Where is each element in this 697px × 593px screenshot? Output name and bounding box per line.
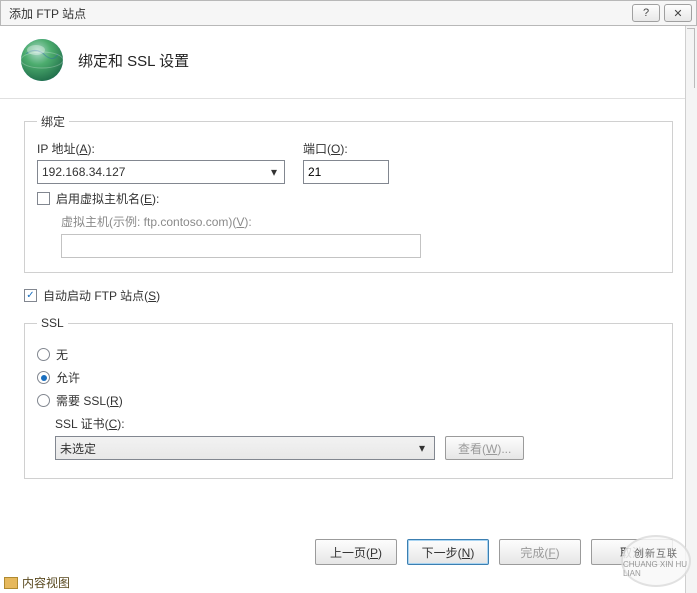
port-label: 端口(O): xyxy=(303,140,389,157)
ip-field: IP 地址(A): 192.168.34.127 ▾ xyxy=(37,140,285,184)
titlebar: 添加 FTP 站点 ? ✕ xyxy=(0,0,697,26)
virtual-hostname-label: 虚拟主机(示例: ftp.contoso.com)(V): xyxy=(61,215,252,229)
titlebar-buttons: ? ✕ xyxy=(632,4,692,22)
outer-corner xyxy=(687,28,695,88)
ssl-legend: SSL xyxy=(37,316,68,330)
content-view-label: 内容视图 xyxy=(22,574,70,591)
globe-icon xyxy=(18,36,66,84)
content-view-tab[interactable]: 内容视图 xyxy=(4,574,70,591)
previous-button[interactable]: 上一页(P) xyxy=(315,539,397,565)
wizard-footer: 上一页(P) 下一步(N) 完成(F) 取消 xyxy=(315,539,673,565)
virtual-host-checkbox[interactable] xyxy=(37,192,50,205)
finish-button[interactable]: 完成(F) xyxy=(499,539,581,565)
ssl-cert-value: 未选定 xyxy=(60,440,96,457)
ssl-cert-combo[interactable]: 未选定 ▾ xyxy=(55,436,435,460)
folder-icon xyxy=(4,577,18,589)
chevron-down-icon: ▾ xyxy=(414,441,430,455)
auto-start-label: 自动启动 FTP 站点(S) xyxy=(43,287,160,304)
virtual-host-checkbox-row: 启用虚拟主机名(E): xyxy=(37,190,660,207)
ssl-require-label: 需要 SSL(R) xyxy=(56,392,123,409)
page-title: 绑定和 SSL 设置 xyxy=(78,50,189,71)
port-input[interactable] xyxy=(303,160,389,184)
help-button[interactable]: ? xyxy=(632,4,660,22)
wizard-header: 绑定和 SSL 设置 xyxy=(0,26,697,99)
binding-group: 绑定 IP 地址(A): 192.168.34.127 ▾ 端口(O): xyxy=(24,113,673,273)
ssl-none-label: 无 xyxy=(56,346,68,363)
ssl-allow-label: 允许 xyxy=(56,369,80,386)
ip-address-value: 192.168.34.127 xyxy=(42,165,125,179)
chevron-down-icon: ▾ xyxy=(266,165,282,179)
outer-panel-edge xyxy=(685,26,697,593)
binding-legend: 绑定 xyxy=(37,113,69,130)
watermark-logo: 创新互联 CHUANG XIN HU LIAN xyxy=(621,535,691,587)
ssl-none-radio[interactable] xyxy=(37,348,50,361)
virtual-host-subsection: 虚拟主机(示例: ftp.contoso.com)(V): xyxy=(61,213,660,258)
ssl-cert-label: SSL 证书(C): xyxy=(55,417,125,431)
auto-start-checkbox[interactable]: ✓ xyxy=(24,289,37,302)
virtual-hostname-input[interactable] xyxy=(61,234,421,258)
virtual-host-label: 启用虚拟主机名(E): xyxy=(56,190,159,207)
next-button[interactable]: 下一步(N) xyxy=(407,539,489,565)
window-title: 添加 FTP 站点 xyxy=(9,5,632,22)
view-cert-button[interactable]: 查看(W)... xyxy=(445,436,524,460)
ip-label: IP 地址(A): xyxy=(37,140,285,157)
ssl-require-radio[interactable] xyxy=(37,394,50,407)
ip-address-combo[interactable]: 192.168.34.127 ▾ xyxy=(37,160,285,184)
ssl-allow-radio[interactable] xyxy=(37,371,50,384)
auto-start-row: ✓ 自动启动 FTP 站点(S) xyxy=(24,287,673,304)
ssl-cert-row: SSL 证书(C): 未选定 ▾ 查看(W)... xyxy=(55,415,660,460)
wizard-content: 绑定 IP 地址(A): 192.168.34.127 ▾ 端口(O): xyxy=(0,99,697,479)
port-field: 端口(O): xyxy=(303,140,389,184)
ssl-group: SSL 无 允许 需要 SSL(R) SSL 证书(C): 未选定 ▾ xyxy=(24,316,673,479)
close-button[interactable]: ✕ xyxy=(664,4,692,22)
